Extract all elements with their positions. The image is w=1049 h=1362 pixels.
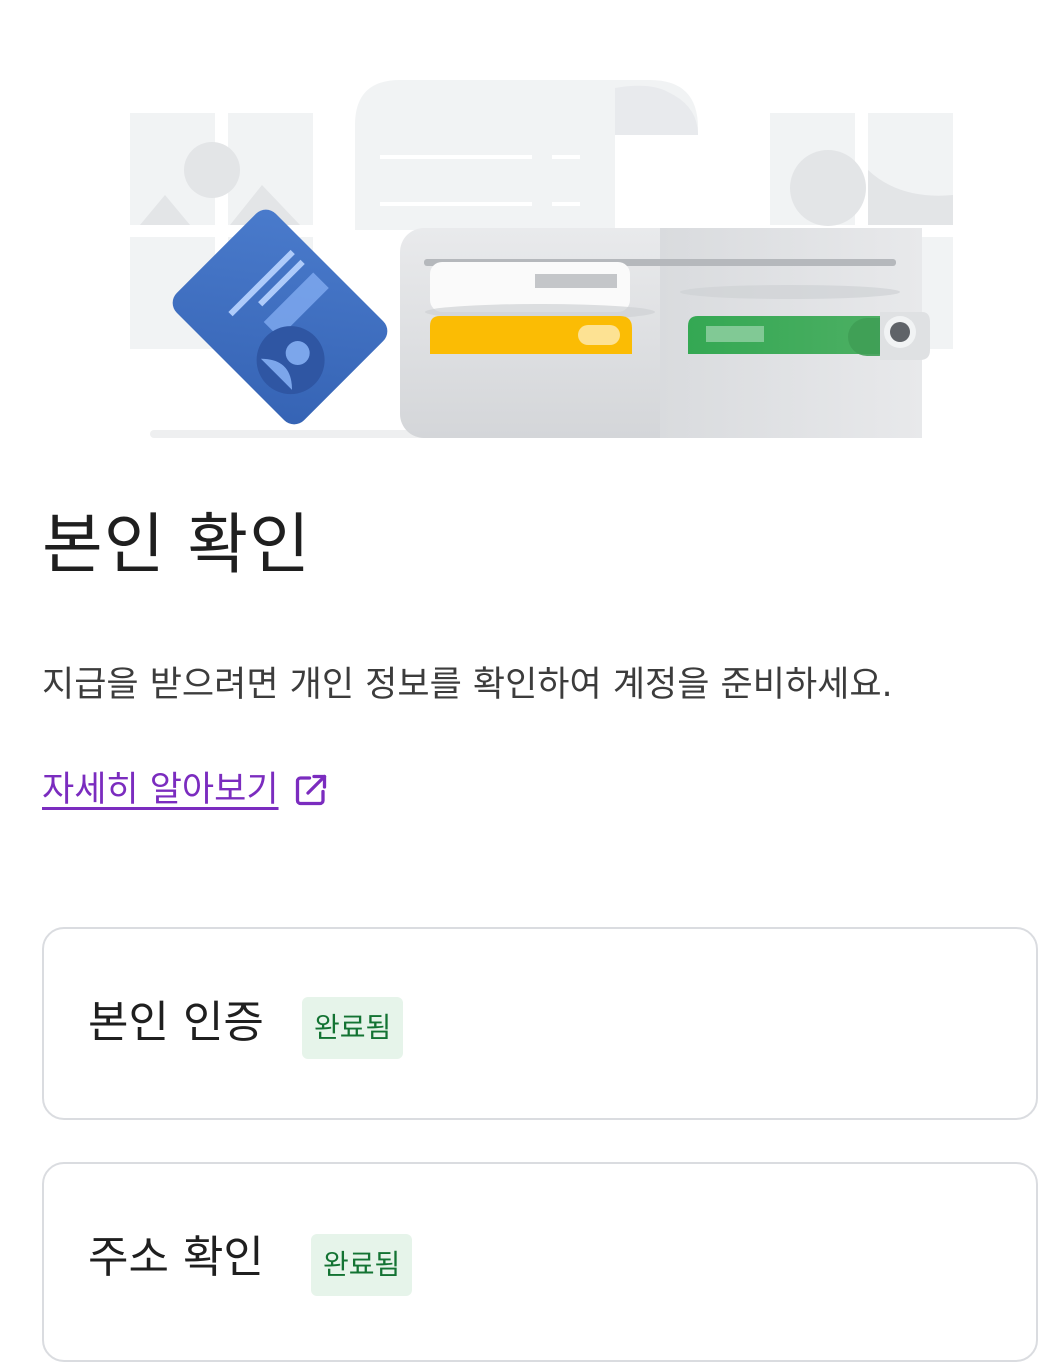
- hero-illustration: [0, 0, 1049, 460]
- open-in-new-icon: [293, 772, 329, 808]
- status-badge: 완료됨: [311, 1234, 413, 1296]
- learn-more-label: 자세히 알아보기: [42, 770, 279, 810]
- page-description: 지급을 받으려면 개인 정보를 확인하여 계정을 준비하세요.: [42, 665, 893, 705]
- card-label: 본인 인증: [88, 997, 264, 1048]
- learn-more-link[interactable]: 자세히 알아보기: [42, 764, 329, 816]
- card-label: 주소 확인: [88, 1232, 264, 1283]
- page-title: 본인 확인: [42, 506, 311, 583]
- address-verification-card[interactable]: 주소 확인 완료됨: [42, 1162, 1038, 1362]
- wallet-id-card-illustration: [130, 80, 953, 438]
- status-badge: 완료됨: [302, 997, 404, 1059]
- identity-verification-card[interactable]: 본인 인증 완료됨: [42, 927, 1038, 1120]
